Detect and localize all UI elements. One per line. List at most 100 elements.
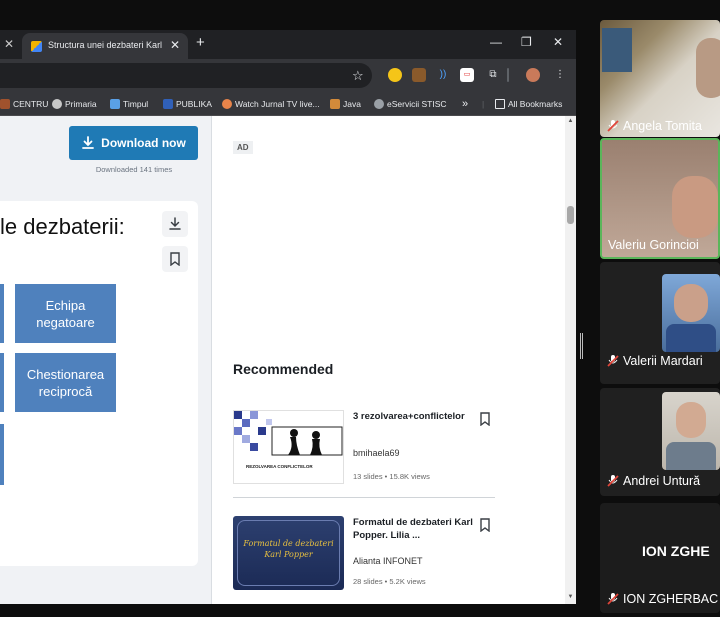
recommended-author[interactable]: Alianta INFONET (353, 556, 423, 566)
globe-icon (374, 99, 384, 109)
bookmark-java[interactable]: Java (330, 97, 361, 111)
thumbnail-caption: Formatul de dezbateri Karl Popper (243, 539, 334, 559)
page-scrollbar[interactable]: ▲ ▼ (565, 116, 576, 604)
participant-name: Valeriu Gorincioi (608, 238, 699, 252)
bookmark-label: Primaria (65, 99, 97, 109)
participant-label: Valerii Mardari (623, 354, 703, 368)
timpul-icon (110, 99, 120, 109)
more-icon: » (462, 98, 469, 110)
close-tab-icon[interactable]: ✕ (170, 38, 180, 52)
bookmark-primaria[interactable]: Primaria (52, 97, 97, 111)
restore-icon[interactable]: ❐ (521, 35, 532, 49)
download-label: Download now (101, 136, 186, 150)
thumbnail[interactable]: REZOLVAREA CONFLICTELOR (233, 410, 344, 484)
slideshare-favicon-icon (31, 41, 42, 52)
video-person (672, 176, 718, 238)
sidebar-pane: AD Recommended REZOLVAREA CONFLICTELOR 3… (213, 116, 565, 604)
participant-label: ION ZGHERBAC (623, 592, 719, 606)
extension-icon[interactable]: ▭ (460, 68, 474, 82)
panel-resize-handle[interactable] (580, 333, 583, 359)
address-toolbar: ☆ )) ▭ ⧉ ⋮ (0, 59, 576, 92)
screen: ✕ Structura unei dezbateri Karl Po... ✕ … (0, 0, 720, 617)
scroll-up-icon[interactable]: ▲ (567, 118, 574, 124)
tv-icon (222, 99, 232, 109)
recommended-meta: 28 slides • 5.2K views (353, 577, 426, 586)
mic-off-icon (607, 475, 619, 487)
save-slide-button[interactable] (162, 246, 188, 272)
slide-box-partial (0, 424, 4, 485)
participant-label: Andrei Untură (623, 474, 701, 488)
participant-tile[interactable]: ION ZGHE ION ZGHERBAC (600, 503, 720, 613)
download-slide-button[interactable] (162, 211, 188, 237)
slide-box-partial (0, 353, 4, 412)
recommended-item[interactable]: Formatul de dezbateri Karl Popper Format… (233, 516, 495, 598)
recommended-item[interactable]: REZOLVAREA CONFLICTELOR 3 rezolvarea+con… (233, 410, 495, 492)
publika-icon (163, 99, 173, 109)
recommended-title[interactable]: 3 rezolvarea+conflictelor (353, 410, 473, 423)
close-tab-icon[interactable]: ✕ (4, 37, 14, 51)
slide-box-echipa-negatoare: Echipa negatoare (15, 284, 116, 343)
participant-tile[interactable]: Angela Tomita (600, 20, 720, 137)
tab-title: Structura unei dezbateri Karl Po... (48, 40, 164, 50)
browser-window: ✕ Structura unei dezbateri Karl Po... ✕ … (0, 30, 576, 604)
document-pane: Download now Downloaded 141 times le dez… (0, 116, 212, 604)
page-content: Download now Downloaded 141 times le dez… (0, 116, 576, 604)
participant-label: Valeriu Gorincioi (608, 238, 699, 252)
bookmark-star-icon[interactable]: ☆ (352, 68, 364, 84)
extension-icon[interactable] (412, 68, 426, 82)
download-icon (82, 136, 95, 149)
participant-photo (662, 274, 720, 352)
slide-title: le dezbaterii: (0, 214, 125, 239)
slide-preview: le dezbaterii: Echipa negatoare Chestion… (0, 201, 198, 566)
folder-icon (495, 99, 505, 109)
participant-tile[interactable]: Andrei Untură (600, 388, 720, 496)
bookmark-icon[interactable] (479, 412, 491, 426)
bookmark-timpul[interactable]: Timpul (110, 97, 148, 111)
bookmark-jurnal-tv[interactable]: Watch Jurnal TV live... (222, 97, 320, 111)
address-bar[interactable]: ☆ (0, 63, 372, 88)
wordpress-icon (52, 99, 62, 109)
download-icon (169, 217, 181, 230)
bookmark-label: All Bookmarks (508, 99, 563, 109)
slide-box-partial (0, 284, 4, 343)
bookmark-publika[interactable]: PUBLIKA (163, 97, 212, 111)
tab-bar: ✕ Structura unei dezbateri Karl Po... ✕ … (0, 30, 576, 59)
menu-dots-icon[interactable]: ⋮ (553, 68, 567, 82)
scroll-down-icon[interactable]: ▼ (567, 594, 574, 600)
recommended-title[interactable]: Formatul de dezbateri Karl Popper. Lilia… (353, 516, 473, 542)
download-count: Downloaded 141 times (95, 165, 173, 174)
all-bookmarks[interactable]: All Bookmarks (495, 97, 562, 111)
new-tab-icon[interactable]: + (196, 34, 205, 51)
close-window-icon[interactable]: ✕ (553, 35, 563, 49)
bookmark-label: eServicii STISC (387, 99, 447, 109)
mic-off-icon (607, 593, 619, 605)
recommended-meta: 13 slides • 15.8K views (353, 472, 430, 481)
download-now-button[interactable]: Download now (69, 126, 198, 160)
bookmark-icon (170, 252, 180, 266)
tab-active[interactable]: Structura unei dezbateri Karl Po... ✕ (22, 33, 188, 59)
extensions-puzzle-icon[interactable]: ⧉ (486, 68, 500, 82)
java-icon (330, 99, 340, 109)
thumbnail-graphic (234, 411, 343, 456)
toolbar-separator (507, 68, 509, 82)
participant-name: ION ZGHERBAC (606, 592, 718, 606)
participant-name: Andrei Untură (606, 474, 700, 488)
extension-icon[interactable] (388, 68, 402, 82)
bookmark-eservicii[interactable]: eServicii STISC (374, 97, 447, 111)
bookmark-icon[interactable] (479, 518, 491, 532)
video-person (696, 38, 720, 98)
profile-avatar-icon[interactable] (526, 68, 540, 82)
ruler-icon (0, 99, 10, 109)
participant-label: Angela Tomita (623, 119, 702, 133)
participant-photo (662, 392, 720, 470)
bookmark-centru[interactable]: CENTRU (0, 97, 48, 111)
thumbnail[interactable]: Formatul de dezbateri Karl Popper (233, 516, 344, 590)
bookmark-label: Timpul (123, 99, 149, 109)
participant-tile[interactable]: Valerii Mardari (600, 262, 720, 384)
minimize-icon[interactable]: — (490, 35, 502, 49)
recommended-author[interactable]: bmihaela69 (353, 448, 400, 458)
scroll-thumb[interactable] (567, 206, 574, 224)
participant-tile-active[interactable]: Valeriu Gorincioi (600, 138, 720, 259)
extension-wave-icon[interactable]: )) (436, 68, 450, 82)
bookmarks-overflow[interactable]: » (462, 97, 468, 111)
